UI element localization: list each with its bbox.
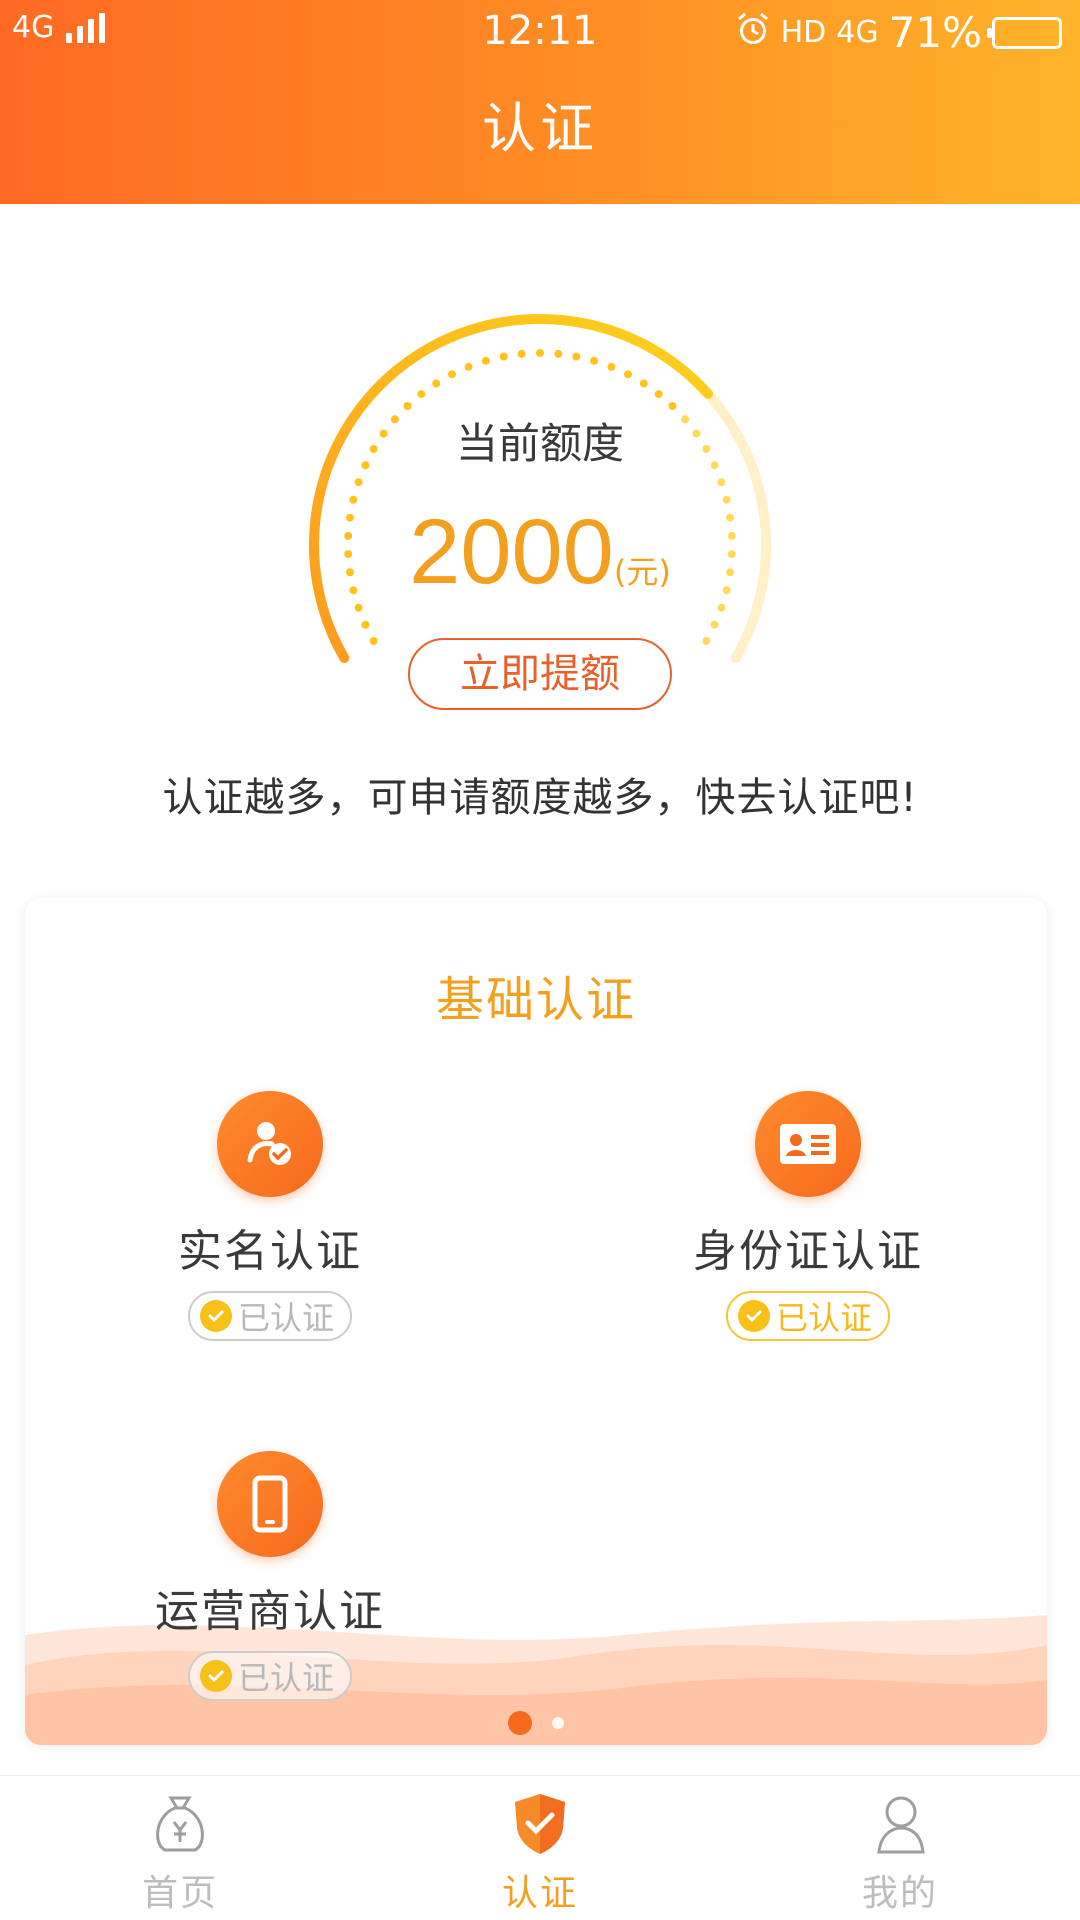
check-icon [737, 1300, 770, 1332]
basic-auth-card: 基础认证 实名认证 已认证 身份证认证 已认证 运营商认证 已认证 [25, 898, 1047, 1745]
gauge-dot [624, 370, 632, 379]
gauge-dot [517, 349, 526, 358]
gauge-dot [702, 637, 711, 645]
gauge-dot [668, 402, 677, 410]
hd-label: HD [780, 15, 827, 50]
gauge-dot [481, 356, 490, 365]
credit-amount: 2000 [409, 501, 614, 603]
money-bag-icon [145, 1788, 215, 1858]
gauge-dot [448, 370, 456, 379]
status-badge: 已认证 [187, 1291, 352, 1341]
raise-limit-button[interactable]: 立即提额 [408, 638, 672, 710]
gauge-dot [417, 390, 426, 399]
mobile-phone-icon [217, 1451, 323, 1557]
tab-label: 我的 [861, 1873, 938, 1914]
status-badge: 已认证 [725, 1291, 890, 1341]
gauge-dot [572, 352, 581, 361]
tab-label: 认证 [501, 1873, 578, 1914]
network-type-right: 4G [836, 15, 879, 50]
gauge-label: 当前额度 [455, 419, 624, 468]
auth-item-carrier[interactable]: 运营商认证 已认证 [90, 1451, 450, 1701]
battery-icon [987, 16, 1062, 49]
gauge-dot [432, 379, 441, 388]
gauge-dot [554, 349, 563, 358]
auth-item-real-name[interactable]: 实名认证 已认证 [90, 1091, 450, 1341]
pager-dot-active[interactable] [508, 1711, 532, 1735]
gauge-dot [499, 352, 508, 361]
item-label: 身份证认证 [693, 1226, 923, 1277]
shield-check-icon [505, 1788, 575, 1858]
item-label: 实名认证 [178, 1226, 362, 1277]
status-text: 已认证 [775, 1299, 872, 1337]
status-right: HD 4G 71% [735, 8, 1062, 57]
check-icon [199, 1300, 232, 1332]
id-card-icon [755, 1091, 861, 1197]
user-check-icon [217, 1091, 323, 1197]
pager-dots [25, 1711, 1047, 1735]
amount-row: 2000 (元) [270, 500, 810, 605]
gauge-dot [361, 620, 370, 629]
gauge-dot [607, 362, 616, 371]
auth-item-id-card[interactable]: 身份证认证 已认证 [628, 1091, 988, 1341]
gauge-dot [354, 478, 363, 487]
check-icon [199, 1660, 232, 1692]
header: 4G 12:11 HD 4G 71% 认证 [0, 0, 1080, 204]
gauge-dot [464, 362, 473, 371]
battery-percent: 71% [888, 8, 982, 57]
gauge-dot [639, 379, 648, 388]
gauge-dot [403, 402, 412, 410]
tab-mine[interactable]: 我的 [800, 1788, 1000, 1916]
gauge-dot [369, 637, 378, 645]
tab-label: 首页 [141, 1873, 218, 1914]
credit-unit: (元) [613, 553, 671, 591]
status-text: 已认证 [237, 1299, 334, 1337]
credit-gauge: 当前额度 2000 (元) 立即提额 [270, 290, 810, 740]
gauge-dot [654, 390, 663, 399]
page-title: 认证 [482, 97, 598, 160]
item-label: 运营商认证 [155, 1586, 385, 1637]
alarm-icon [735, 11, 771, 55]
tab-auth[interactable]: 认证 [440, 1788, 640, 1916]
gauge-dot [717, 603, 726, 612]
gauge-dot [354, 603, 363, 612]
auth-tip: 认证越多，可申请额度越多，快去认证吧! [162, 775, 918, 821]
status-text: 已认证 [237, 1659, 334, 1697]
gauge-dot [710, 620, 719, 629]
card-title: 基础认证 [435, 972, 636, 1028]
status-badge: 已认证 [187, 1651, 352, 1701]
gauge-dot [590, 356, 599, 365]
person-icon [865, 1788, 935, 1858]
tab-home[interactable]: 首页 [80, 1788, 280, 1916]
gauge-dot [536, 349, 544, 357]
status-bar: 4G 12:11 HD 4G 71% [0, 0, 1080, 64]
pager-dot[interactable] [552, 1717, 564, 1729]
tab-bar: 首页 认证 我的 [0, 1775, 1080, 1920]
gauge-dot [717, 478, 726, 487]
